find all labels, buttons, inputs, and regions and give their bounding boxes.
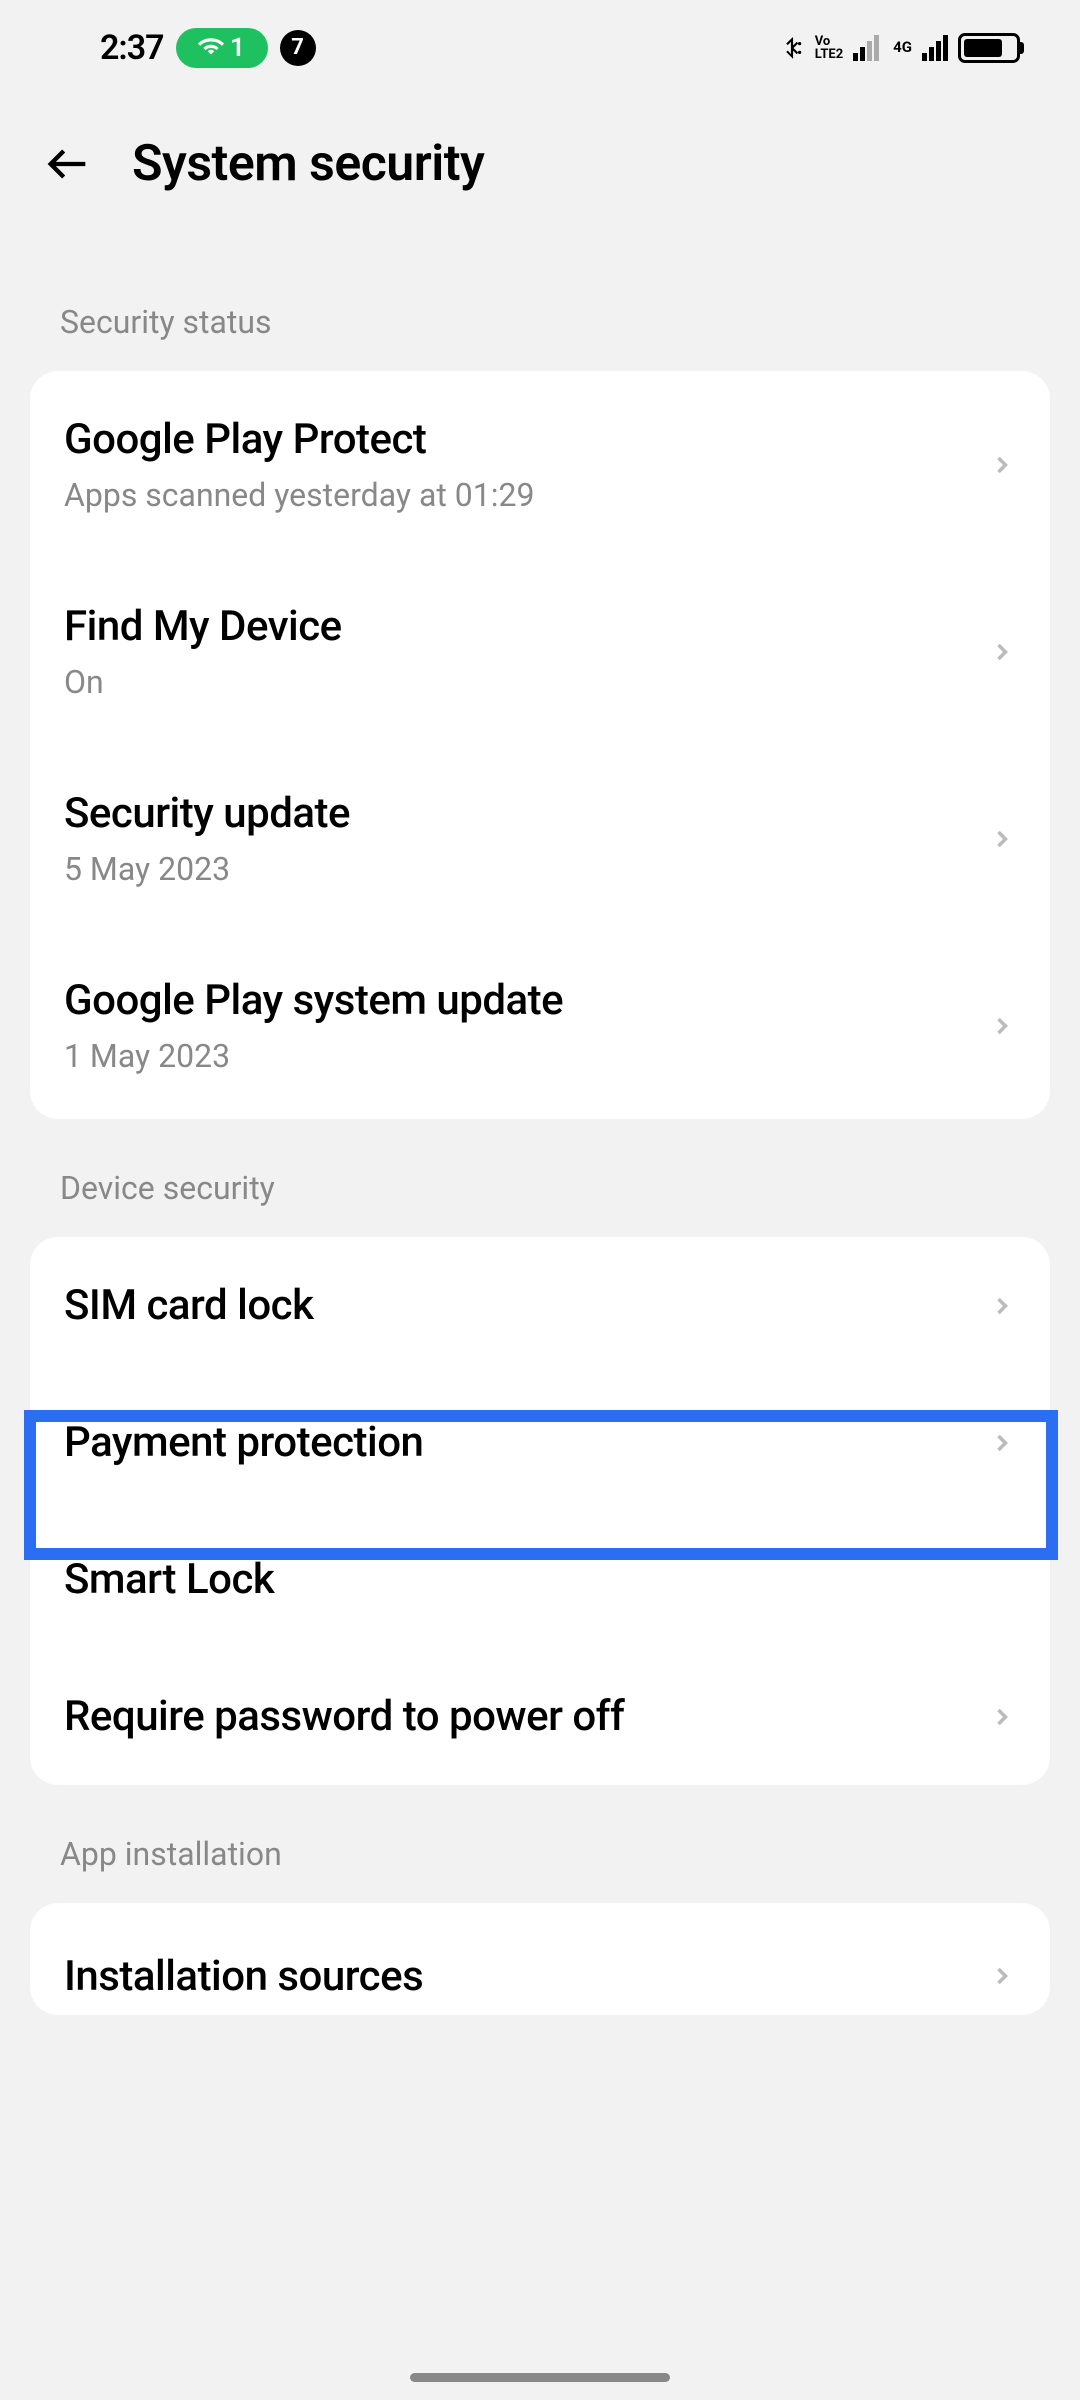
status-bar: 2:37 1 7 Vo LTE2 4G — [0, 0, 1080, 95]
row-subtitle: Apps scanned yesterday at 01:29 — [64, 476, 988, 514]
chevron-right-icon — [988, 1703, 1016, 1731]
card-app-installation: Installation sources — [30, 1903, 1050, 2015]
signal-bars-1 — [853, 35, 879, 61]
status-left: 2:37 1 7 — [100, 28, 316, 68]
notif-count: 7 — [291, 35, 304, 60]
wifi-call-icon — [198, 35, 224, 61]
row-subtitle: On — [64, 663, 988, 701]
notification-count-badge: 7 — [280, 30, 316, 66]
row-require-password-power-off[interactable]: Require password to power off — [30, 1648, 1050, 1785]
row-find-my-device[interactable]: Find My Device On — [30, 558, 1050, 745]
chevron-right-icon — [988, 825, 1016, 853]
row-content: Payment protection — [64, 1418, 988, 1467]
volte-icon: Vo LTE2 — [815, 35, 843, 61]
row-title: Security update — [64, 789, 988, 838]
status-time: 2:37 — [100, 28, 164, 68]
back-button[interactable] — [40, 136, 96, 192]
row-content: Find My Device On — [64, 602, 988, 701]
status-right: Vo LTE2 4G — [779, 33, 1020, 63]
row-content: Google Play system update 1 May 2023 — [64, 976, 988, 1075]
row-installation-sources[interactable]: Installation sources — [30, 1903, 1050, 2015]
row-content: Google Play Protect Apps scanned yesterd… — [64, 415, 988, 514]
home-indicator[interactable] — [410, 2373, 670, 2382]
row-google-play-protect[interactable]: Google Play Protect Apps scanned yesterd… — [30, 371, 1050, 558]
section-header-device-security: Device security — [0, 1119, 1080, 1237]
row-security-update[interactable]: Security update 5 May 2023 — [30, 745, 1050, 932]
row-title: Installation sources — [64, 1952, 988, 2001]
chevron-right-icon — [988, 451, 1016, 479]
battery-fill — [964, 39, 1002, 57]
row-subtitle: 1 May 2023 — [64, 1037, 988, 1075]
row-title: Find My Device — [64, 602, 988, 651]
row-title: Google Play system update — [64, 976, 988, 1025]
bluetooth-icon — [779, 33, 805, 63]
row-google-play-system-update[interactable]: Google Play system update 1 May 2023 — [30, 932, 1050, 1119]
chevron-right-icon — [988, 1012, 1016, 1040]
chevron-right-icon — [988, 1292, 1016, 1320]
page-title: System security — [132, 135, 484, 193]
row-content: Installation sources — [64, 1952, 988, 2001]
row-title: Require password to power off — [64, 1692, 988, 1741]
row-smart-lock[interactable]: Smart Lock — [30, 1511, 1050, 1648]
row-title: Google Play Protect — [64, 415, 988, 464]
battery-icon — [958, 33, 1020, 63]
row-title: Smart Lock — [64, 1555, 1016, 1604]
row-title: SIM card lock — [64, 1281, 988, 1330]
chevron-right-icon — [988, 638, 1016, 666]
row-payment-protection[interactable]: Payment protection — [30, 1374, 1050, 1511]
row-content: Security update 5 May 2023 — [64, 789, 988, 888]
row-sim-card-lock[interactable]: SIM card lock — [30, 1237, 1050, 1374]
card-security-status: Google Play Protect Apps scanned yesterd… — [30, 371, 1050, 1119]
row-subtitle: 5 May 2023 — [64, 850, 988, 888]
section-header-security-status: Security status — [0, 253, 1080, 371]
row-content: Require password to power off — [64, 1692, 988, 1741]
card-device-security: SIM card lock Payment protection Smart L… — [30, 1237, 1050, 1785]
4g-label: 4G — [893, 40, 912, 55]
row-title: Payment protection — [64, 1418, 988, 1467]
chevron-right-icon — [988, 1962, 1016, 1990]
section-header-app-installation: App installation — [0, 1785, 1080, 1903]
wifi-count: 1 — [230, 33, 245, 63]
chevron-right-icon — [988, 1429, 1016, 1457]
row-content: SIM card lock — [64, 1281, 988, 1330]
row-content: Smart Lock — [64, 1555, 1016, 1604]
signal-bars-2 — [922, 35, 948, 61]
wifi-badge: 1 — [176, 28, 268, 68]
arrow-left-icon — [42, 138, 94, 190]
page-header: System security — [0, 95, 1080, 253]
